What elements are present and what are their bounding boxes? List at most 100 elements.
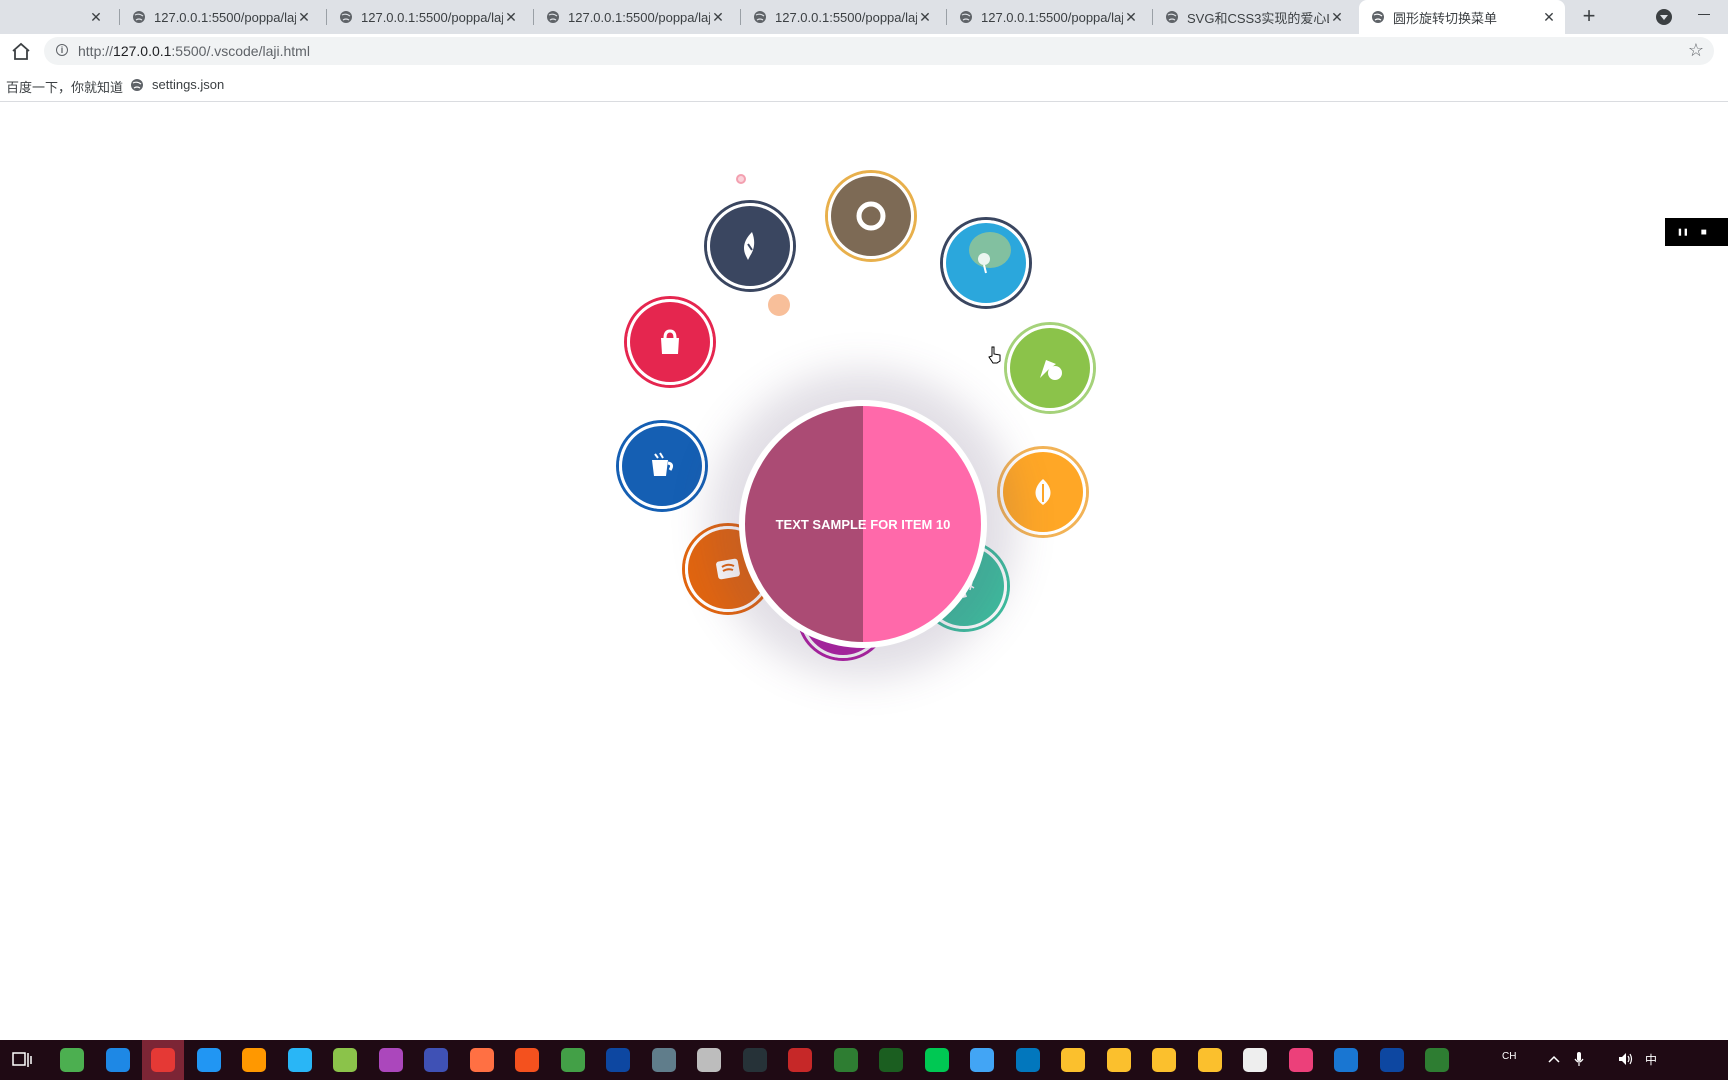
home-icon[interactable]: [10, 41, 32, 61]
url-host: 127.0.0.1: [113, 43, 172, 59]
address-bar[interactable]: i http://127.0.0.1:5500/.vscode/laji.htm…: [44, 37, 1714, 65]
menu-item-bag[interactable]: [624, 296, 716, 388]
bookmark-star-icon[interactable]: ☆: [1688, 40, 1704, 61]
floating-dot: [768, 294, 790, 316]
close-icon[interactable]: ✕: [503, 9, 519, 25]
globe-icon: [340, 11, 352, 23]
taskbar-app-icon[interactable]: [560, 1048, 585, 1072]
tab-strip: ✕ 127.0.0.1:5500/poppa/laji ✕ 127.0.0.1:…: [0, 0, 1728, 34]
leaf-icon: [1035, 479, 1051, 505]
language-indicator[interactable]: CH: [1502, 1051, 1516, 1062]
taskbar-app-icon[interactable]: [924, 1048, 949, 1072]
taskbar-app-icon[interactable]: [970, 1048, 994, 1072]
microphone-icon[interactable]: [1574, 1051, 1584, 1067]
menu-item-target[interactable]: [940, 217, 1032, 309]
tab-2[interactable]: 127.0.0.1:5500/poppa/laji ✕: [337, 0, 527, 34]
taskbar-app-icon[interactable]: [242, 1048, 266, 1072]
menu-item-pen[interactable]: [704, 200, 796, 292]
tab-4[interactable]: 127.0.0.1:5500/poppa/laji ✕: [751, 0, 941, 34]
close-icon[interactable]: ✕: [1541, 9, 1557, 25]
taskbar-app-icon[interactable]: [1197, 1048, 1222, 1072]
globe-icon: [131, 78, 143, 91]
close-icon[interactable]: ✕: [1329, 9, 1345, 25]
mug-icon: [652, 452, 674, 476]
taskbar-app-icon[interactable]: [378, 1048, 403, 1072]
taskbar-app-icon[interactable]: [1379, 1048, 1404, 1072]
menu-item-lifebuoy[interactable]: [825, 170, 917, 262]
tab-partial[interactable]: ✕: [0, 0, 112, 34]
taskbar-app-icon[interactable]: [515, 1048, 539, 1072]
taskbar-app-icon[interactable]: [1288, 1048, 1313, 1072]
minimize-icon[interactable]: [1698, 14, 1710, 15]
taskbar-app-icon[interactable]: [742, 1048, 767, 1072]
taskbar-app-icon[interactable]: [1061, 1048, 1085, 1072]
taskbar-app-icon[interactable]: [879, 1048, 903, 1072]
taskbar-app-icon[interactable]: [651, 1048, 676, 1072]
taskbar-app-icon[interactable]: [833, 1048, 858, 1072]
taskbar-app-icon[interactable]: [606, 1048, 630, 1072]
new-tab-button[interactable]: +: [1576, 3, 1602, 29]
tab-5[interactable]: 127.0.0.1:5500/poppa/laji ✕: [957, 0, 1147, 34]
chevron-up-icon[interactable]: [1548, 1054, 1560, 1064]
tab-title: 127.0.0.1:5500/poppa/laji: [981, 9, 1123, 25]
tab-search-icon[interactable]: [1656, 9, 1672, 25]
bookmark-settings[interactable]: settings.json: [130, 77, 224, 92]
tab-6[interactable]: SVG和CSS3实现的爱心Like ✕: [1163, 0, 1353, 34]
coffee-card-icon: [716, 558, 740, 580]
taskbar-app-icon[interactable]: [697, 1048, 721, 1072]
taskbar-app-icon[interactable]: [469, 1048, 494, 1072]
taskbar-app-icon[interactable]: [151, 1048, 175, 1072]
taskbar-app-icon[interactable]: [333, 1048, 357, 1072]
tab-title: 圆形旋转切换菜单: [1393, 10, 1498, 26]
bookmark-baidu[interactable]: 百度一下，你就知道: [6, 77, 123, 96]
taskbar: CH 中: [0, 1040, 1728, 1080]
close-icon[interactable]: ✕: [88, 9, 104, 25]
globe-icon: [1166, 11, 1178, 23]
stop-icon[interactable]: ■: [1701, 227, 1707, 238]
tab-separator: [533, 9, 534, 25]
close-icon[interactable]: ✕: [296, 9, 312, 25]
media-control[interactable]: ❚❚ ■: [1665, 218, 1728, 246]
taskbar-app-icon[interactable]: [1015, 1048, 1040, 1072]
taskbar-app-icon[interactable]: [1106, 1048, 1131, 1072]
tab-separator: [740, 9, 741, 25]
url-scheme: http://: [78, 43, 114, 59]
pen-nib-icon: [744, 232, 755, 260]
taskbar-app-icon[interactable]: [788, 1048, 812, 1072]
tab-1[interactable]: 127.0.0.1:5500/poppa/laji ✕: [130, 0, 320, 34]
tab-title: SVG和CSS3实现的爱心Like: [1187, 10, 1329, 26]
task-view-icon[interactable]: [12, 1051, 32, 1069]
close-icon[interactable]: ✕: [710, 9, 726, 25]
url-path: :5500/.vscode/laji.html: [171, 43, 310, 59]
center-label: TEXT SAMPLE FOR ITEM 10: [775, 516, 951, 532]
pause-icon[interactable]: ❚❚: [1677, 228, 1689, 236]
floating-dot: [736, 174, 746, 184]
menu-item-people[interactable]: [1004, 322, 1096, 414]
lifebuoy-icon: [856, 201, 886, 231]
url-text[interactable]: http://127.0.0.1:5500/.vscode/laji.html: [78, 43, 310, 59]
close-icon[interactable]: ✕: [1123, 9, 1139, 25]
center-disc: TEXT SAMPLE FOR ITEM 10: [745, 406, 981, 642]
taskbar-app-icon[interactable]: [1152, 1048, 1176, 1072]
taskbar-app-icon[interactable]: [1425, 1048, 1449, 1072]
taskbar-app-icon[interactable]: [287, 1048, 312, 1072]
target-icon: [978, 253, 990, 274]
tab-active[interactable]: 圆形旋转切换菜单 ✕: [1359, 0, 1565, 34]
menu-item-leaf[interactable]: [997, 446, 1089, 538]
taskbar-app-icon[interactable]: [1334, 1048, 1358, 1072]
tab-3[interactable]: 127.0.0.1:5500/poppa/laji ✕: [544, 0, 734, 34]
globe-icon: [754, 11, 766, 23]
taskbar-app-icon[interactable]: [424, 1048, 448, 1072]
tab-title: 127.0.0.1:5500/poppa/laji: [361, 9, 503, 25]
taskbar-app-icon[interactable]: [60, 1048, 84, 1072]
taskbar-app-icon[interactable]: [105, 1048, 130, 1072]
menu-item-mug[interactable]: [616, 420, 708, 512]
info-icon[interactable]: i: [56, 44, 68, 56]
globe-icon: [133, 11, 145, 23]
volume-icon[interactable]: [1618, 1052, 1634, 1066]
ime-indicator[interactable]: 中: [1645, 1051, 1657, 1068]
close-icon[interactable]: ✕: [917, 9, 933, 25]
taskbar-app-icon[interactable]: [1243, 1048, 1267, 1072]
taskbar-app-icon[interactable]: [196, 1048, 221, 1072]
globe-icon: [547, 11, 559, 23]
